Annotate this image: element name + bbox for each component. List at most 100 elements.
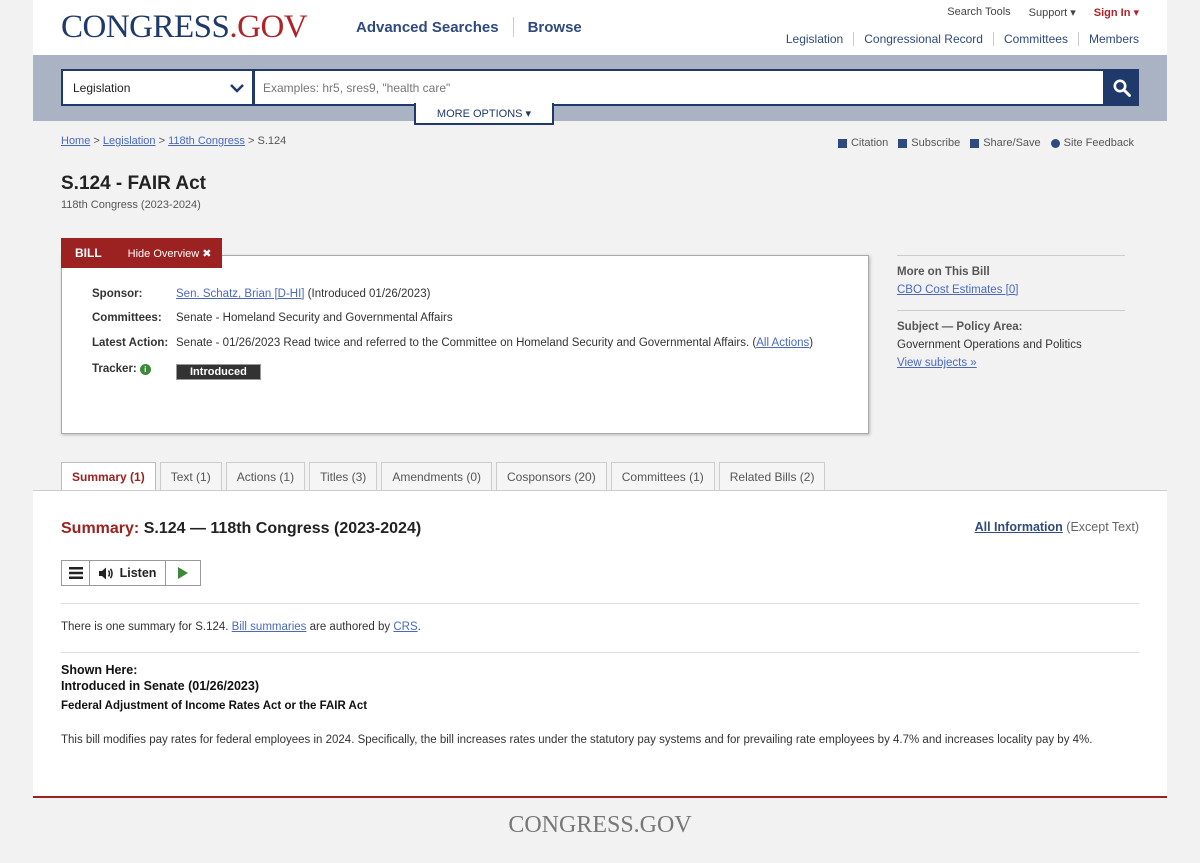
citation-tool[interactable]: Citation [837,137,888,149]
bill-overview-section: Home > Legislation > 118th Congress > S.… [33,121,1167,491]
crs-link[interactable]: CRS [393,621,417,633]
listen-label: Listen [119,566,157,580]
tab-related-bills[interactable]: Related Bills (2) [718,462,826,491]
speech-bubble-icon [1050,138,1060,148]
chevron-down-icon [230,83,244,93]
hide-overview-button[interactable]: Hide Overview ✖ [128,247,212,260]
sponsor-link[interactable]: Sen. Schatz, Brian [D-HI] [176,288,304,300]
feedback-tool[interactable]: Site Feedback [1050,137,1134,149]
subnav-congressional-record[interactable]: Congressional Record [853,32,983,46]
tab-committees[interactable]: Committees (1) [610,462,715,491]
more-on-bill-title: More on This Bill [897,266,990,278]
page: CONGRESS.GOV Advanced Searches Browse Se… [33,0,1167,863]
breadcrumb-home[interactable]: Home [61,135,90,147]
intro-text: are authored by [306,621,394,633]
except-text: (Except Text) [1062,520,1139,534]
collection-select[interactable]: Legislation [61,69,254,106]
search-icon [1113,79,1131,97]
tab-cosponsors[interactable]: Cosponsors (20) [496,462,607,491]
all-actions-link[interactable]: All Actions [756,337,809,349]
support-menu[interactable]: Support ▾ [1029,6,1076,19]
side-rule [897,310,1125,311]
summary-label: Summary: [61,520,140,537]
introduced-version: Introduced in Senate (01/26/2023) [61,679,259,693]
view-subjects-link[interactable]: View subjects » [897,357,977,369]
search-input[interactable] [254,69,1105,106]
tab-text[interactable]: Text (1) [159,462,222,491]
content-divider [61,652,1139,653]
subject-policy-title: Subject — Policy Area: [897,321,1023,333]
search-band: Legislation MORE OPTIONS ▾ [33,55,1167,125]
tab-actions[interactable]: Actions (1) [225,462,306,491]
breadcrumb-sep: > [93,135,100,147]
cbo-cost-estimates-link[interactable]: CBO Cost Estimates [0] [897,284,1018,296]
site-logo[interactable]: CONGRESS.GOV [61,9,308,46]
subnav-members[interactable]: Members [1077,32,1139,46]
play-icon [178,567,188,579]
more-options-toggle[interactable]: MORE OPTIONS ▾ [414,103,554,125]
content-divider [61,603,1139,604]
all-information-link[interactable]: All Information [975,520,1063,534]
policy-area-value: Government Operations and Politics [897,339,1082,351]
search-tools-link[interactable]: Search Tools [947,6,1010,19]
envelope-icon [898,138,908,148]
site-header: CONGRESS.GOV Advanced Searches Browse Se… [33,0,1167,55]
share-label: Share/Save [983,137,1041,149]
tracker-status-badge: Introduced [176,364,261,380]
tracker-label: Tracker: [92,363,137,375]
intro-text: There is one summary for S.124. [61,621,232,633]
breadcrumb-legislation[interactable]: Legislation [103,135,156,147]
page-title: S.124 - FAIR Act [61,173,207,194]
shown-here-label: Shown Here: [61,663,138,677]
breadcrumb-current: S.124 [257,135,287,147]
latest-action-label: Latest Action: [92,337,169,349]
sponsor-intro-date: (Introduced 01/26/2023) [304,288,431,300]
latest-action-value: Senate - 01/26/2023 Read twice and refer… [176,337,757,349]
nav-advanced-searches[interactable]: Advanced Searches [356,19,499,36]
overview-box: Sponsor: Sen. Schatz, Brian [D-HI] (Intr… [61,255,869,434]
tab-amendments[interactable]: Amendments (0) [381,462,493,491]
sign-in-menu[interactable]: Sign In ▾ [1094,6,1139,19]
citation-icon [837,138,847,148]
side-panel: More on This Bill CBO Cost Estimates [0]… [897,255,1125,369]
search-bar: Legislation [61,69,1139,106]
summary-content: Summary: S.124 — 118th Congress (2023-20… [33,490,1167,797]
breadcrumb-sep: > [158,135,165,147]
summary-heading: Summary: S.124 — 118th Congress (2023-20… [61,520,421,538]
sub-nav: Legislation Congressional Record Committ… [786,32,1139,46]
listen-player: Listen [61,560,201,586]
site-footer: CONGRESS.GOV [33,796,1167,863]
search-button[interactable] [1105,69,1139,106]
breadcrumb-sep: > [247,135,255,147]
menu-icon [68,567,83,579]
bill-tab: BILL Hide Overview ✖ [61,238,222,268]
tab-titles[interactable]: Titles (3) [309,462,378,491]
all-information: All Information (Except Text) [975,520,1139,534]
player-menu-button[interactable] [62,561,90,585]
subscribe-tool[interactable]: Subscribe [898,137,960,149]
congress-label: 118th Congress (2023-2024) [61,199,201,211]
summary-body: This bill modifies pay rates for federal… [61,734,1093,746]
sponsor-label: Sponsor: [92,288,143,300]
logo-text: CONGRESS [61,9,230,45]
bill-summaries-link[interactable]: Bill summaries [232,621,307,633]
summary-heading-text: S.124 — 118th Congress (2023-2024) [143,520,422,537]
bill-tabs: Summary (1) Text (1) Actions (1) Titles … [61,462,829,491]
utility-nav: Search Tools Support ▾ Sign In ▾ [929,6,1139,19]
info-icon[interactable]: i [139,364,151,375]
tab-summary[interactable]: Summary (1) [61,462,156,491]
bill-tab-label: BILL [75,246,102,260]
play-button[interactable] [166,561,200,585]
main-nav: Advanced Searches Browse [356,17,582,37]
act-name: Federal Adjustment of Income Rates Act o… [61,700,368,712]
breadcrumb-congress[interactable]: 118th Congress [168,135,245,147]
subnav-committees[interactable]: Committees [992,32,1068,46]
footer-logo[interactable]: CONGRESS.GOV [33,812,1167,839]
listen-button[interactable]: Listen [90,561,166,585]
share-tool[interactable]: Share/Save [970,137,1041,149]
breadcrumb: Home > Legislation > 118th Congress > S.… [61,135,286,147]
subnav-legislation[interactable]: Legislation [786,32,843,46]
nav-browse[interactable]: Browse [528,19,582,36]
tabs-divider [33,490,1167,491]
committees-value: Senate - Homeland Security and Governmen… [176,312,453,324]
